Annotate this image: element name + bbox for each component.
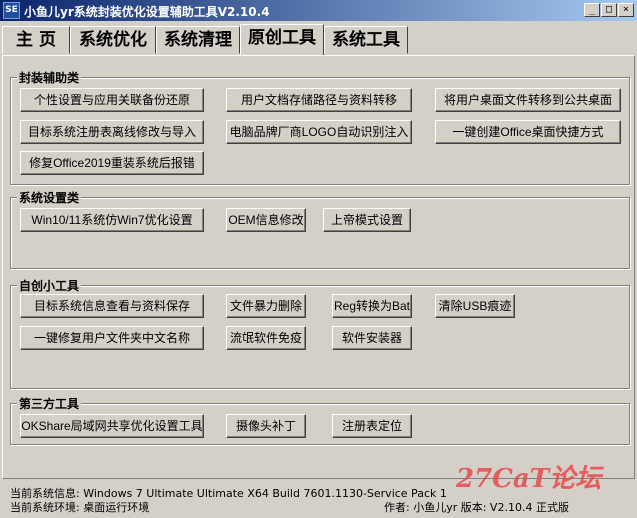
force-delete-button[interactable]: 文件暴力删除 <box>226 294 306 318</box>
group-custom-tools-title: 自创小工具 <box>17 277 82 294</box>
offline-registry-button[interactable]: 目标系统注册表离线修改与导入 <box>20 120 204 144</box>
user-docs-path-button[interactable]: 用户文档存储路径与资料转移 <box>226 88 412 112</box>
maximize-button[interactable]: □ <box>601 3 617 17</box>
malware-immunity-button[interactable]: 流氓软件免疫 <box>226 326 306 350</box>
author-version-text: 作者: 小鱼儿yr 版本: V2.10.4 正式版 <box>384 501 569 514</box>
software-installer-button[interactable]: 软件安装器 <box>332 326 412 350</box>
group-packaging: 封装辅助类 个性设置与应用关联备份还原 用户文档存储路径与资料转移 将用户桌面文… <box>10 69 630 185</box>
clear-usb-traces-button[interactable]: 清除USB痕迹 <box>435 294 515 318</box>
tab-home[interactable]: 主 页 <box>2 26 70 54</box>
backup-restore-settings-button[interactable]: 个性设置与应用关联备份还原 <box>20 88 204 112</box>
group-third-party-title: 第三方工具 <box>17 395 82 412</box>
god-mode-button[interactable]: 上帝模式设置 <box>323 208 411 232</box>
win7-style-button[interactable]: Win10/11系统仿Win7优化设置 <box>20 208 204 232</box>
status-bar: 当前系统信息: Windows 7 Ultimate Ultimate X64 … <box>0 482 637 518</box>
tab-original-tools[interactable]: 原创工具 <box>240 24 324 55</box>
tab-strip: 主 页 系统优化 系统清理 原创工具 系统工具 <box>0 24 637 56</box>
fix-office2019-button[interactable]: 修复Office2019重装系统后报错 <box>20 151 204 175</box>
environment-text: 当前系统环境: 桌面运行环境 <box>10 501 150 514</box>
app-icon: SE <box>3 2 20 19</box>
fix-user-folder-name-button[interactable]: 一键修复用户文件夹中文名称 <box>20 326 204 350</box>
camera-patch-button[interactable]: 摄像头补丁 <box>226 414 306 438</box>
group-system-settings: 系统设置类 Win10/11系统仿Win7优化设置 OEM信息修改 上帝模式设置 <box>10 189 630 269</box>
tab-system-tools[interactable]: 系统工具 <box>324 26 408 54</box>
registry-locator-button[interactable]: 注册表定位 <box>332 414 412 438</box>
minimize-button[interactable]: _ <box>584 3 600 17</box>
desktop-to-public-button[interactable]: 将用户桌面文件转移到公共桌面 <box>435 88 621 112</box>
group-system-settings-title: 系统设置类 <box>17 189 82 206</box>
office-shortcut-button[interactable]: 一键创建Office桌面快捷方式 <box>435 120 621 144</box>
group-custom-tools: 自创小工具 目标系统信息查看与资料保存 文件暴力删除 Reg转换为Bat 清除U… <box>10 277 630 389</box>
window-title: 小鱼儿yr系统封装优化设置辅助工具V2.10.4 <box>24 5 270 19</box>
group-third-party: 第三方工具 OKShare局域网共享优化设置工具 摄像头补丁 注册表定位 <box>10 395 630 445</box>
title-bar[interactable]: SE 小鱼儿yr系统封装优化设置辅助工具V2.10.4 _ □ × <box>0 0 637 21</box>
oem-info-button[interactable]: OEM信息修改 <box>226 208 306 232</box>
oem-logo-inject-button[interactable]: 电脑品牌厂商LOGO自动识别注入 <box>226 120 412 144</box>
close-button[interactable]: × <box>618 3 634 17</box>
tab-system-clean[interactable]: 系统清理 <box>156 26 240 54</box>
okshare-button[interactable]: OKShare局域网共享优化设置工具 <box>20 414 204 438</box>
reg-to-bat-button[interactable]: Reg转换为Bat <box>332 294 412 318</box>
system-info-save-button[interactable]: 目标系统信息查看与资料保存 <box>20 294 204 318</box>
tab-system-optimize[interactable]: 系统优化 <box>70 26 156 54</box>
group-packaging-title: 封装辅助类 <box>17 69 82 86</box>
